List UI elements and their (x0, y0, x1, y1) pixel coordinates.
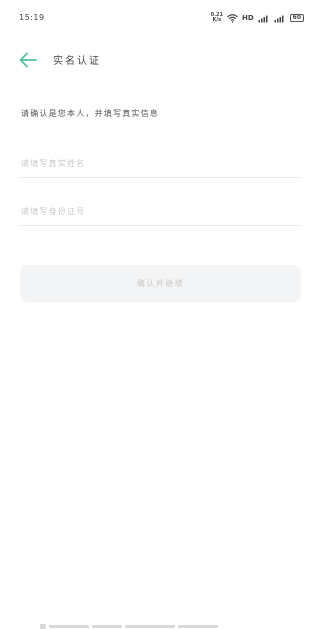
checkbox-icon (40, 624, 46, 629)
status-icons: 0.21 K/s HD 60 (211, 12, 304, 24)
text-fragment (49, 625, 89, 628)
battery-level: 60 (292, 14, 301, 21)
real-name-field (21, 150, 300, 178)
network-speed-unit: K/s (212, 17, 222, 23)
instruction-text: 请确认是您本人，并填写真实信息 (21, 109, 159, 118)
battery-icon: 60 (289, 14, 304, 22)
text-fragment (92, 625, 122, 628)
text-fragment (125, 625, 175, 628)
real-name-input[interactable] (21, 150, 300, 177)
confirm-button[interactable]: 确认并继续 (20, 265, 301, 302)
status-time: 15:19 (19, 13, 45, 22)
text-fragment (178, 625, 218, 628)
network-type-label: HD (241, 14, 254, 22)
arrow-left-icon (19, 52, 37, 68)
bottom-text-fragment (40, 624, 280, 629)
id-number-input[interactable] (21, 198, 300, 225)
back-button[interactable] (18, 51, 38, 69)
id-number-field (21, 198, 300, 226)
status-bar: 15:19 0.21 K/s HD 60 (0, 0, 320, 34)
page-title: 实名认证 (53, 56, 101, 67)
wifi-icon (227, 13, 238, 23)
signal-icon (258, 15, 268, 22)
signal-icon-2 (274, 15, 284, 22)
network-speed: 0.21 K/s (211, 13, 223, 23)
header: 实名认证 (0, 48, 320, 72)
